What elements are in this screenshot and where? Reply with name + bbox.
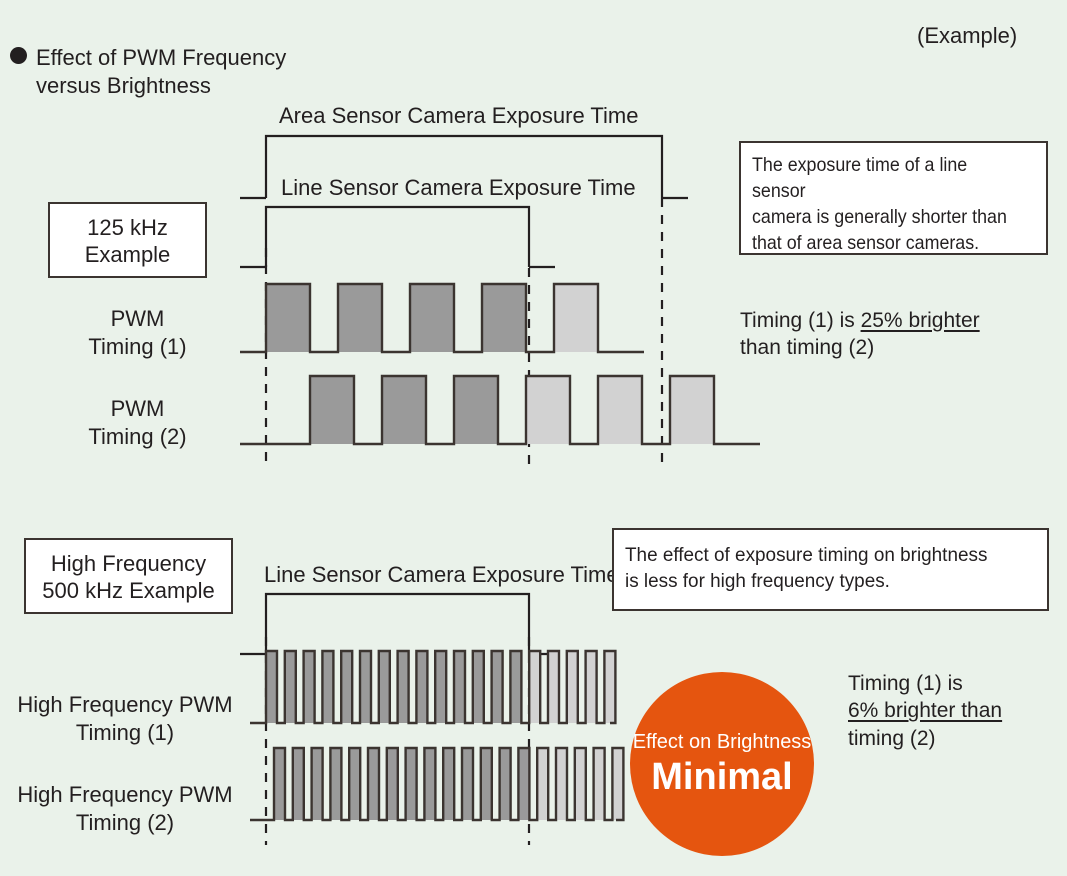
pulse-3-11 [480, 748, 492, 820]
pulse-3-16 [574, 748, 586, 820]
pulse-1-4 [598, 376, 642, 444]
pulse-2-2 [303, 651, 315, 723]
pulse-3-13 [518, 748, 530, 820]
pulse-2-9 [435, 651, 447, 723]
pulse-1-3 [526, 376, 570, 444]
pulse-3-8 [424, 748, 436, 820]
pulse-0-3 [482, 284, 526, 352]
pulse-2-11 [472, 651, 484, 723]
pulse-2-5 [360, 651, 371, 723]
waveform-3 [250, 746, 625, 822]
pulse-3-1 [292, 748, 304, 820]
pulse-1-5 [670, 376, 714, 444]
pulse-0-4 [554, 284, 598, 352]
pulse-3-3 [330, 748, 342, 820]
pulse-0-2 [410, 284, 454, 352]
pulse-2-1 [284, 651, 296, 723]
pulse-2-17 [585, 651, 597, 723]
pulse-3-14 [537, 748, 549, 820]
pulse-1-0 [310, 376, 354, 444]
waveform-vector-layer [240, 134, 760, 845]
pulse-3-7 [405, 748, 417, 820]
pulse-0-0 [266, 284, 310, 352]
pulse-3-18 [612, 748, 624, 820]
pulse-3-2 [311, 748, 323, 820]
diagram-canvas: (Example) Effect of PWM Frequency versus… [0, 0, 1067, 876]
pulse-0-1 [338, 284, 382, 352]
pulse-3-6 [386, 748, 398, 820]
pulse-1-2 [454, 376, 498, 444]
pulse-2-12 [491, 651, 503, 723]
pulse-3-5 [368, 748, 379, 820]
pulse-2-18 [604, 651, 616, 723]
pulse-2-15 [548, 651, 559, 723]
pulse-2-6 [378, 651, 390, 723]
pulse-2-3 [322, 651, 334, 723]
pulse-2-0 [266, 651, 277, 723]
exposure-bracket-1 [264, 205, 531, 267]
pulse-2-10 [454, 651, 465, 723]
exposure-bracket-0 [264, 134, 664, 198]
pulse-1-1 [382, 376, 426, 444]
pulse-2-7 [397, 651, 409, 723]
pulse-3-17 [593, 748, 605, 820]
pulse-2-14 [529, 651, 541, 723]
pulse-3-10 [462, 748, 473, 820]
pulse-3-15 [556, 748, 567, 820]
pulse-2-8 [416, 651, 428, 723]
pulse-2-13 [510, 651, 522, 723]
pulse-2-16 [566, 651, 578, 723]
pulse-2-4 [341, 651, 353, 723]
pulse-3-4 [349, 748, 361, 820]
pulse-3-0 [274, 748, 285, 820]
exposure-bracket-2 [264, 592, 531, 654]
pulse-3-12 [499, 748, 511, 820]
pulse-3-9 [443, 748, 455, 820]
